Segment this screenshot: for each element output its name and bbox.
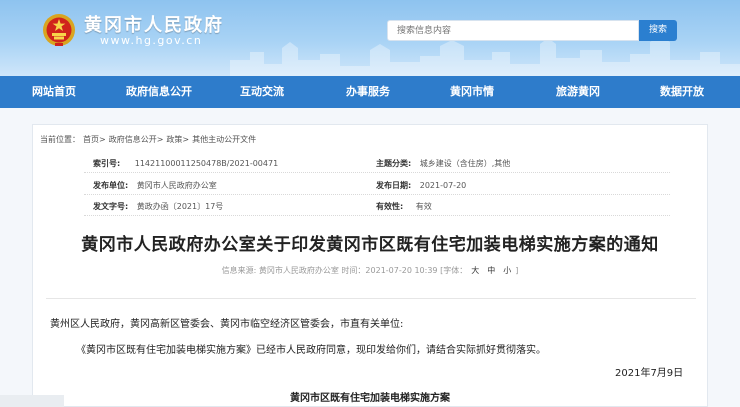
breadcrumb: 当前位置： 首页> 政府信息公开> 政策> 其他主动公开文件 [40,134,259,145]
meta-docno-label: 发文字号: [93,202,129,211]
nav-item-services[interactable]: 办事服务 [346,76,390,108]
meta-issuer: 发布单位: 黄冈市人民政府办公室 [93,180,217,191]
search-input[interactable] [387,20,639,41]
meta-topic-label: 主题分类: [376,159,412,168]
font-size-large-button[interactable]: 大 [471,266,479,275]
attachment-title: 黄冈市区既有住宅加装电梯实施方案 [290,393,450,404]
meta-issuer-value: 黄冈市人民政府办公室 [136,181,217,190]
breadcrumb-gov-info[interactable]: 政府信息公开> [109,135,164,144]
meta-index-label: 索引号: [93,159,121,168]
document-title: 黄冈市人民政府办公室关于印发黄冈市区既有住宅加装电梯实施方案的通知 [81,235,659,255]
main-nav: 网站首页 政府信息公开 互动交流 办事服务 黄冈市情 旅游黄冈 数据开放 [0,76,740,108]
breadcrumb-current[interactable]: 其他主动公开文件 [192,135,256,144]
meta-date-value: 2021-07-20 [419,181,467,190]
breadcrumb-prefix: 当前位置： [40,135,80,144]
meta-index: 索引号: 11421100011250478B/2021-00471 [93,158,278,169]
document-source: 信息来源: 黄冈市人民政府办公室 时间：2021-07-20 10:39 [字体… [221,266,468,275]
font-size-medium-button[interactable]: 中 [487,266,495,275]
nav-item-gov-info[interactable]: 政府信息公开 [126,76,192,108]
document-paragraph: 《黄冈市区既有住宅加装电梯实施方案》已经市人民政府同意，现印发给你们，请结合实际… [76,345,546,356]
breadcrumb-home[interactable]: 首页> [83,135,106,144]
meta-date: 发布日期: 2021-07-20 [376,180,466,191]
meta-index-value: 11421100011250478B/2021-00471 [134,159,279,168]
meta-divider [84,215,670,216]
content-divider [46,298,696,299]
national-emblem-icon [43,14,75,46]
meta-validity: 有效性: 有效 [376,201,432,212]
meta-divider [84,172,670,173]
nav-item-tourism[interactable]: 旅游黄冈 [556,76,600,108]
meta-divider [84,194,670,195]
meta-date-label: 发布日期: [376,181,412,190]
nav-item-interaction[interactable]: 互动交流 [240,76,284,108]
site-url: www.hg.gov.cn [100,34,203,47]
nav-item-city-info[interactable]: 黄冈市情 [450,76,494,108]
breadcrumb-policy[interactable]: 政策> [166,135,189,144]
document-info: 信息来源: 黄冈市人民政府办公室 时间：2021-07-20 10:39 [字体… [0,265,740,276]
meta-validity-value: 有效 [415,202,432,211]
horizontal-scrollbar[interactable] [0,395,64,407]
document-salutation: 黄州区人民政府，黄冈高新区管委会、黄冈市临空经济区管委会，市直有关单位: [50,319,404,330]
meta-topic: 主题分类: 城乡建设（含住房）,其他 [376,158,510,169]
meta-docno: 发文字号: 黄政办函〔2021〕17号 [93,201,223,212]
meta-docno-value: 黄政办函〔2021〕17号 [136,202,224,211]
meta-validity-label: 有效性: [376,202,404,211]
meta-topic-value: 城乡建设（含住房）,其他 [419,159,511,168]
nav-item-home[interactable]: 网站首页 [32,76,76,108]
nav-item-open-data[interactable]: 数据开放 [660,76,704,108]
meta-issuer-label: 发布单位: [93,181,129,190]
search-button[interactable]: 搜索 [639,20,677,41]
document-date: 2021年7月9日 [615,368,684,379]
font-size-small-button[interactable]: 小 [503,266,511,275]
font-size-close-bracket: ] [515,266,519,275]
